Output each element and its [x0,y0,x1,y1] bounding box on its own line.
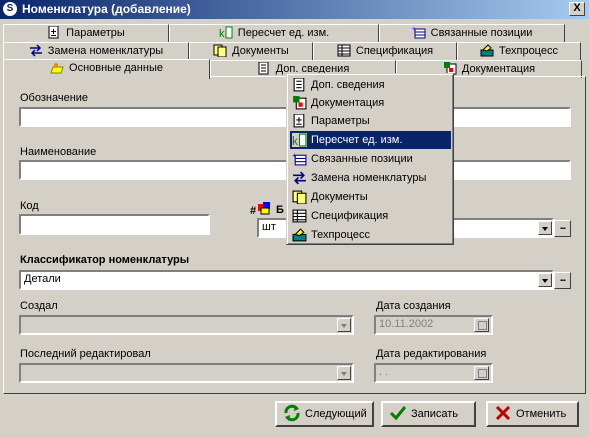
unit-prefix: # [250,205,257,217]
svg-text:+: + [412,26,416,33]
close-button[interactable]: X [569,2,585,16]
next-label: Следующий [305,408,367,420]
refresh-arrows-icon [284,404,300,422]
documentation-icon [293,96,307,110]
tab-label: Техпроцесс [499,45,558,57]
created-date-label: Дата создания [376,300,451,312]
replace-arrows-icon [293,171,306,185]
app-icon: S [3,2,17,16]
tab-documents[interactable]: Документы [189,42,313,60]
extra-info-icon [293,78,305,92]
save-button[interactable]: Записать [381,401,476,427]
name-label: Наименование [20,146,97,158]
created-by-dropdown-button [337,318,351,332]
specification-grid-icon [337,44,351,57]
menu-item-unit-conversion[interactable]: k Пересчет ед. изм. [290,131,451,149]
tab-label: Параметры [66,27,125,39]
linked-items-icon: + [292,152,307,166]
tab-label: Пересчет ед. изм. [237,27,330,39]
classifier-select[interactable]: Детали [19,270,554,290]
menu-item-techprocess[interactable]: Техпроцесс [290,226,451,244]
menu-item-specification[interactable]: Спецификация [290,207,451,225]
tab-label: Документация [461,63,536,75]
last-editor-select [19,363,354,383]
unit-dropdown-button[interactable] [538,221,552,235]
unit-value: шт [262,221,276,233]
classifier-dropdown-button[interactable] [538,273,552,287]
classifier-label: Классификатор номенклатуры [20,254,190,266]
code-input[interactable] [19,214,210,235]
menu-item-linked-items[interactable]: + Связанные позиции [290,150,451,168]
cancel-button[interactable]: Отменить [486,401,579,427]
next-button[interactable]: Следующий [275,401,374,427]
last-editor-dropdown-button [337,366,351,380]
menu-item-replace-item[interactable]: Замена номенклатуры [290,169,451,187]
created-by-label: Создал [20,300,58,312]
menu-item-documentation[interactable]: Документация [290,94,451,112]
classifier-value: Детали [24,273,61,285]
cancel-label: Отменить [516,408,567,420]
unit-measure-icon [258,202,270,215]
tab-main-data[interactable]: Основные данные [3,59,210,79]
parameters-icon [293,114,305,128]
last-editor-label: Последний редактировал [20,348,151,360]
techprocess-icon [292,228,307,242]
documents-icon [213,44,227,57]
menu-item-extra-info[interactable]: Доп. сведения [290,76,451,94]
classifier-lookup-button[interactable]: ... [554,272,571,289]
tab-techprocess[interactable]: Техпроцесс [457,42,581,60]
cancel-x-icon [495,405,511,421]
unit-conversion-icon: k [292,133,307,147]
menu-item-label: Спецификация [311,210,389,222]
designation-label: Обозначение [20,92,89,104]
tab-linked-items[interactable]: + Связанные позиции [379,24,565,42]
unit-label: Б [276,204,284,216]
tab-label: Спецификация [355,45,434,57]
checkmark-icon [389,406,407,421]
tab-list-menu: Доп. сведения Документация Параметры k П… [286,73,454,245]
menu-item-label: Связанные позиции [311,153,413,165]
extra-info-icon [258,62,269,75]
parameters-icon [48,26,59,39]
menu-item-label: Техпроцесс [311,229,370,241]
menu-item-documents[interactable]: Документы [290,188,451,206]
techprocess-icon [480,44,494,57]
svg-text:k: k [292,135,298,147]
edit-date-label: Дата редактирования [376,348,487,360]
created-date-calendar-icon [474,318,489,332]
menu-item-label: Документы [311,191,368,203]
code-label: Код [20,200,39,212]
replace-arrows-icon [29,44,42,57]
unit-conversion-icon: k [219,26,233,39]
tab-replace-item[interactable]: Замена номенклатуры [3,42,189,60]
window-title: Номенклатура (добавление) [22,2,191,16]
tab-label: Документы [232,45,289,57]
menu-item-label: Доп. сведения [311,79,385,91]
title-bar[interactable]: S Номенклатура (добавление) X [0,0,589,19]
documents-icon [292,190,307,204]
linked-items-icon: + [412,26,426,39]
edit-date-calendar-icon [474,366,489,380]
tab-label: Связанные позиции [430,27,533,39]
tab-label: Основные данные [69,62,163,74]
specification-grid-icon [292,209,307,223]
tab-specification[interactable]: Спецификация [313,42,457,60]
menu-item-parameters[interactable]: Параметры [290,112,451,130]
svg-text:k: k [219,28,225,39]
menu-item-label: Замена номенклатуры [311,172,427,184]
menu-item-label: Документация [311,97,385,109]
unit-lookup-button[interactable]: ... [554,220,571,237]
menu-item-label: Параметры [311,115,370,127]
tab-label: Замена номенклатуры [47,45,164,57]
main-data-icon [50,63,64,74]
save-label: Записать [411,408,459,420]
tab-unit-conversion[interactable]: k Пересчет ед. изм. [169,24,379,42]
svg-text:+: + [292,152,297,159]
menu-item-label: Пересчет ед. изм. [311,134,403,146]
created-by-select [19,315,354,335]
tab-parameters[interactable]: Параметры [3,24,169,42]
